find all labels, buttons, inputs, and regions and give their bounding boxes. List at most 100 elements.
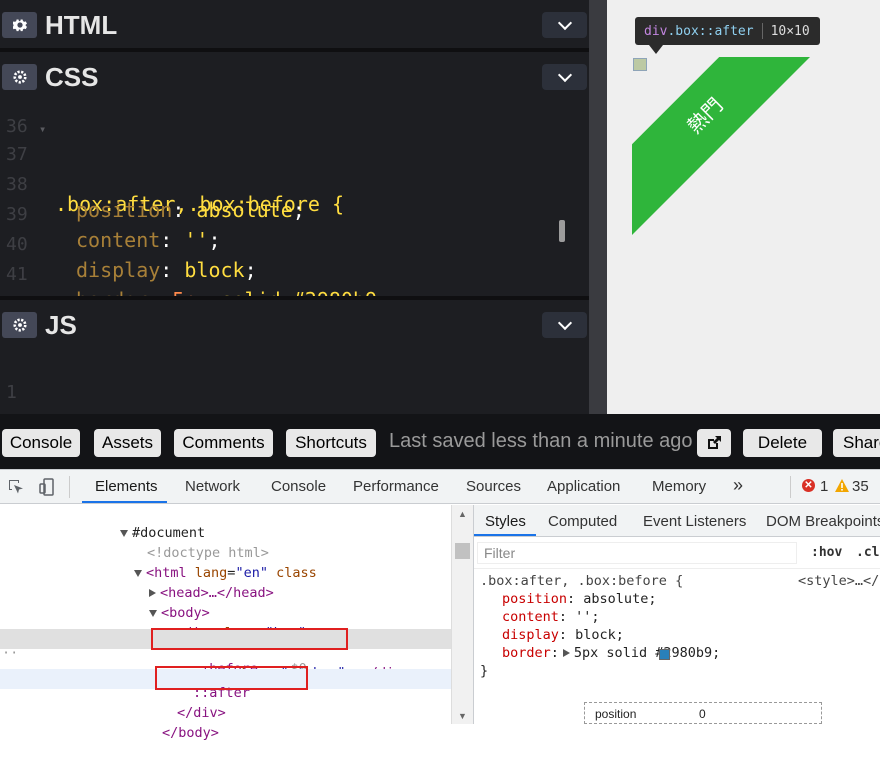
rule-selector: .box:after, .box:before { xyxy=(480,573,684,589)
code-editor: HTML CSS 36 37 ▾ .box:after,.box:before … xyxy=(0,0,607,414)
tooltip-arrow xyxy=(649,45,663,54)
dom-node[interactable]: <body> xyxy=(0,589,451,621)
last-saved-status: Last saved less than a minute ago xyxy=(389,430,693,452)
tab-sources[interactable]: Sources xyxy=(466,478,521,495)
dom-node[interactable]: <head>…</head> xyxy=(0,569,451,601)
box-model-value[interactable]: 0 xyxy=(699,707,706,721)
css-property: display xyxy=(76,258,161,282)
decl-name[interactable]: border xyxy=(502,645,551,661)
css-code-area[interactable]: 36 37 ▾ .box:after,.box:before { 38 posi… xyxy=(0,100,589,296)
error-count[interactable]: 1 xyxy=(820,478,828,495)
device-toolbar-icon[interactable] xyxy=(38,478,56,496)
annotation-box-after xyxy=(155,666,308,690)
dom-scrollbar[interactable]: ▲ ▼ xyxy=(451,505,473,724)
assets-button[interactable]: Assets xyxy=(94,429,161,457)
warning-icon[interactable] xyxy=(835,479,849,492)
preview-pane: 熱門 div.box::after 10×10 xyxy=(607,0,880,414)
devtools-panel: Elements Network Console Performance Sou… xyxy=(0,469,880,741)
css-pane-title: CSS xyxy=(45,62,99,92)
fold-arrow-icon[interactable]: ▾ xyxy=(39,122,46,136)
js-settings-gear-icon[interactable] xyxy=(2,312,37,338)
tab-network[interactable]: Network xyxy=(185,478,240,495)
js-collapse-chevron-down-icon[interactable] xyxy=(542,312,587,338)
decl-name[interactable]: display xyxy=(502,627,559,643)
tab-performance[interactable]: Performance xyxy=(353,478,439,495)
style-rule: .box:after, .box:before { <style>…</ pos… xyxy=(474,568,880,688)
styles-filter-input[interactable]: Filter xyxy=(477,542,797,564)
decl-value[interactable]: 5px solid #2980b9; xyxy=(574,645,720,661)
active-tab-indicator xyxy=(474,534,536,536)
js-pane-header: JS xyxy=(0,300,589,348)
styles-tabbar: Styles Computed Event Listeners DOM Brea… xyxy=(474,505,880,537)
inspect-element-icon[interactable] xyxy=(7,478,25,496)
color-swatch-icon[interactable] xyxy=(659,649,670,660)
decl-display: display: block; xyxy=(502,627,624,643)
external-link-icon[interactable] xyxy=(697,429,731,457)
box-model-label: position xyxy=(595,707,637,721)
dom-node[interactable]: <html lang="en" class xyxy=(0,549,451,581)
code-line: 40 display: block; xyxy=(6,234,257,282)
css-value: block xyxy=(184,258,245,282)
share-button[interactable]: Share xyxy=(833,429,880,457)
console-button[interactable]: Console xyxy=(2,429,80,457)
comments-button[interactable]: Comments xyxy=(174,429,273,457)
code-line: 1 xyxy=(0,358,72,403)
box-model: position 0 xyxy=(584,702,822,724)
decl-border: border: 5px solid #2980b9; xyxy=(502,645,721,661)
scroll-down-icon[interactable]: ▼ xyxy=(458,711,467,721)
tab-dom-breakpoints[interactable]: DOM Breakpoints xyxy=(766,513,880,530)
dom-node[interactable]: </body> xyxy=(0,709,451,741)
css-pane-header: CSS xyxy=(0,52,589,100)
decl-position: position: absolute; xyxy=(502,591,657,607)
cls-toggle[interactable]: .cls xyxy=(856,545,880,560)
tab-memory[interactable]: Memory xyxy=(652,478,706,495)
css-property: content xyxy=(76,228,161,252)
hov-toggle[interactable]: :hov xyxy=(811,545,842,560)
dom-node[interactable]: <!doctype html> xyxy=(0,529,451,561)
box-after-highlight xyxy=(633,58,647,71)
scroll-up-icon[interactable]: ▲ xyxy=(458,509,467,519)
code-line: 36 xyxy=(0,100,72,137)
html-settings-gear-icon[interactable] xyxy=(2,12,37,38)
error-icon[interactable]: ✕ xyxy=(802,479,815,492)
expand-shorthand-icon[interactable] xyxy=(562,649,570,657)
html-pane-header: HTML xyxy=(0,0,589,48)
css-value: absolute xyxy=(196,198,293,222)
dom-scrollbar-thumb[interactable] xyxy=(455,543,470,559)
js-code-area[interactable]: 1 xyxy=(0,348,589,414)
dom-node[interactable]: </div> xyxy=(0,689,451,721)
rule-close: } xyxy=(480,663,489,679)
decl-value[interactable]: block; xyxy=(575,627,624,643)
tab-elements[interactable]: Elements xyxy=(95,478,158,495)
tab-computed[interactable]: Computed xyxy=(548,513,617,530)
dom-tag: </body> xyxy=(162,725,219,741)
warning-count[interactable]: 35 xyxy=(852,478,869,495)
decl-content: content: ''; xyxy=(502,609,600,625)
decl-value[interactable]: ''; xyxy=(575,609,599,625)
code-line: 41 border: 5px solid #2980b9; xyxy=(0,240,389,296)
css-scrollbar-thumb[interactable] xyxy=(559,220,565,242)
tab-styles[interactable]: Styles xyxy=(485,513,526,530)
rule-source-link[interactable]: <style>…</ xyxy=(798,573,879,589)
decl-name[interactable]: content xyxy=(502,609,559,625)
css-property: border xyxy=(76,288,148,296)
more-tabs-icon[interactable]: » xyxy=(733,475,743,496)
css-collapse-chevron-down-icon[interactable] xyxy=(542,64,587,90)
footer-bar: Console Assets Comments Shortcuts Last s… xyxy=(0,414,880,469)
dom-tree[interactable]: #document <!doctype html> <html lang="en… xyxy=(0,505,451,741)
tooltip-class: .box::after xyxy=(667,23,754,39)
tab-application[interactable]: Application xyxy=(547,478,620,495)
shortcuts-button[interactable]: Shortcuts xyxy=(286,429,376,457)
tab-console[interactable]: Console xyxy=(271,478,326,495)
tooltip-size: 10×10 xyxy=(770,23,810,39)
dom-node[interactable]: #document xyxy=(0,509,451,541)
decl-value[interactable]: absolute; xyxy=(583,591,656,607)
code-line: 37 ▾ .box:after,.box:before { xyxy=(0,120,344,216)
html-collapse-chevron-down-icon[interactable] xyxy=(542,12,587,38)
delete-button[interactable]: Delete xyxy=(743,429,822,457)
editor-resize-strip[interactable] xyxy=(589,0,607,414)
dom-node[interactable]: <div class="box"> xyxy=(0,609,451,641)
decl-name[interactable]: position xyxy=(502,591,567,607)
css-settings-gear-icon[interactable] xyxy=(2,64,37,90)
tab-event-listeners[interactable]: Event Listeners xyxy=(643,513,746,530)
